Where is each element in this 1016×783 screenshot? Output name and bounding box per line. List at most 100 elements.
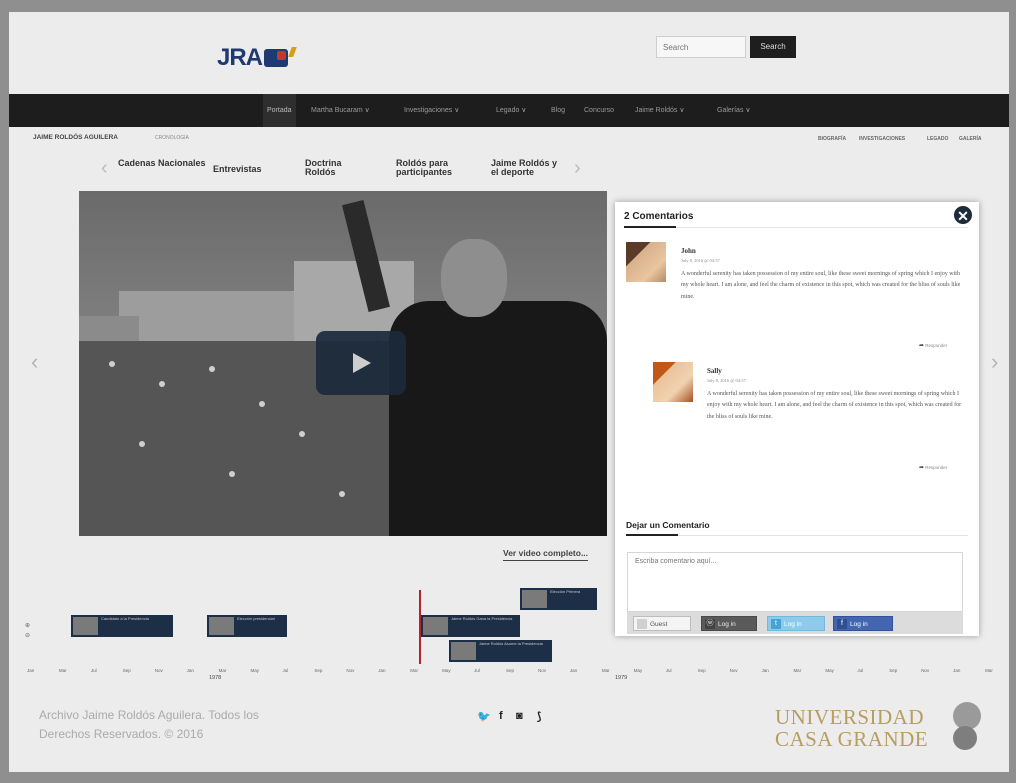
timeline-month-tick: Nov	[154, 668, 163, 673]
timeline-month-tick: Nov	[537, 668, 546, 673]
crowd-dot	[159, 381, 165, 387]
timeline-month-tick: Nov	[729, 668, 738, 673]
search-button[interactable]: Search	[750, 36, 796, 58]
category-doctrina-roldos[interactable]: Doctrina Roldós	[305, 158, 355, 178]
close-modal-button[interactable]: ✕	[952, 204, 974, 226]
category-prev-icon[interactable]: ‹	[101, 158, 108, 178]
facebook-icon: f	[837, 619, 847, 629]
event-thumbnail	[451, 642, 476, 660]
timeline-year-tick: 1979	[615, 675, 628, 681]
title-divider	[678, 535, 968, 536]
category-next-icon[interactable]: ›	[574, 158, 581, 178]
nav-item-legado[interactable]: Legado ∨	[492, 94, 530, 127]
page-frame: JRA Search Portada Martha Bucaram ∨ Inve…	[9, 12, 1009, 772]
video-player[interactable]	[79, 191, 607, 536]
timeline-event-card[interactable]: Elección presidencial	[207, 615, 287, 637]
comments-modal: 2 Comentarios John July 8, 2016 @ 04:37 …	[615, 202, 979, 636]
nav-item-portada[interactable]: Portada	[263, 94, 296, 127]
facebook-icon[interactable]: f	[499, 710, 503, 722]
guest-login-button[interactable]: Guest	[633, 616, 691, 631]
timeline-month-tick: Jan	[953, 668, 961, 673]
timeline-event-card[interactable]: Jaime Roldós Asume la Presidencia	[449, 640, 552, 662]
timeline-year-tick: 1978	[209, 675, 222, 681]
university-name-line: CASA GRANDE	[775, 726, 929, 751]
timeline-event-card[interactable]: Elección Primera	[520, 588, 597, 610]
timeline-month-tick: Jul	[665, 668, 672, 673]
link-investigaciones[interactable]: INVESTIGACIONES	[859, 136, 905, 142]
timeline-month-tick: Jan	[27, 668, 35, 673]
crowd-dot	[229, 471, 235, 477]
timeline-month-tick: Jul	[282, 668, 289, 673]
facebook-login-button[interactable]: f Log in	[833, 616, 893, 631]
university-logo[interactable]: UNIVERSIDAD CASA GRANDE	[775, 706, 929, 751]
reply-arrow-icon: ➦	[919, 343, 925, 349]
crowd-dot	[109, 361, 115, 367]
wordpress-icon: ⓦ	[705, 619, 715, 629]
timeline-month-tick: Jan	[378, 668, 386, 673]
twitter-login-button[interactable]: t Log in	[767, 616, 825, 631]
crowd-dot	[259, 401, 265, 407]
rss-icon[interactable]: ⟆	[537, 710, 541, 723]
login-bar: Guest ⓦ Log in t Log in f Log in	[627, 612, 963, 634]
search-input[interactable]	[656, 36, 746, 58]
nav-item-investigaciones[interactable]: Investigaciones ∨	[400, 94, 463, 127]
slider-next-arrow-icon[interactable]: ›	[991, 349, 998, 375]
timeline-month-tick: May	[442, 668, 451, 673]
see-full-video-link[interactable]: Ver video completo...	[503, 548, 589, 561]
timeline-month-tick: Sep	[889, 668, 898, 673]
category-roldos-participantes[interactable]: Roldós para participantes	[396, 158, 471, 178]
timeline-event-card[interactable]: Jaime Roldós Gana la Presidencia	[421, 615, 520, 637]
nav-item-concurso[interactable]: Concurso	[580, 94, 618, 127]
timeline-axis: Jan Mar Jul Sep Nov Jan Mar May Jul Sep Nov Jan Mar M…	[9, 664, 1009, 686]
timeline-month-tick: Sep	[314, 668, 323, 673]
link-legado[interactable]: LEGADO	[927, 136, 948, 142]
title-underline	[626, 534, 678, 536]
instagram-icon[interactable]: ◙	[516, 710, 523, 722]
timeline-month-tick: Jul	[90, 668, 97, 673]
avatar	[626, 242, 666, 282]
logo-mark-icon	[264, 49, 289, 67]
timeline-zoom-out-icon[interactable]: ⊖	[25, 632, 30, 639]
timeline-current-marker	[419, 590, 421, 664]
comment-author: John	[681, 247, 696, 255]
timeline-month-tick: Mar	[58, 668, 67, 673]
link-biografia[interactable]: BIOGRAFÍA	[818, 136, 846, 142]
slider-prev-arrow-icon[interactable]: ‹	[31, 349, 38, 375]
timeline-month-tick: May	[633, 668, 643, 673]
crowd-dot	[139, 441, 145, 447]
comment-textarea[interactable]	[627, 552, 963, 612]
timeline-month-tick: Jan	[186, 668, 194, 673]
category-cadenas-nacionales[interactable]: Cadenas Nacionales	[118, 158, 206, 168]
seal-icon	[953, 726, 977, 750]
reply-button[interactable]: ➦ Responder	[919, 464, 947, 471]
timeline-month-tick: Sep	[506, 668, 515, 673]
twitter-icon[interactable]: 🐦	[477, 710, 491, 723]
breadcrumb-subtitle: CRONOLOGÍA	[155, 135, 189, 141]
twitter-icon: t	[771, 619, 781, 629]
event-thumbnail	[423, 617, 448, 635]
timeline-month-tick: Nov	[921, 668, 930, 673]
timeline-zoom-in-icon[interactable]: ⊕	[25, 622, 30, 629]
nav-item-galerias[interactable]: Galerías ∨	[713, 94, 755, 127]
wordpress-login-button[interactable]: ⓦ Log in	[701, 616, 757, 631]
timeline-month-tick: Jan	[569, 668, 578, 673]
play-button[interactable]	[316, 331, 406, 395]
jra-logo[interactable]: JRA	[217, 44, 297, 72]
event-thumbnail	[209, 617, 234, 635]
category-roldos-deporte[interactable]: Jaime Roldós y el deporte	[491, 158, 563, 178]
nav-item-blog[interactable]: Blog	[547, 94, 569, 127]
copyright-line: Archivo Jaime Roldós Aguilera. Todos los	[39, 708, 259, 722]
nav-item-jaime-roldos[interactable]: Jaime Roldós ∨	[631, 94, 688, 127]
footer-copyright: Archivo Jaime Roldós Aguilera. Todos los…	[39, 706, 259, 744]
timeline-event-card[interactable]: Candidato a la Presidencia	[71, 615, 173, 637]
reply-button[interactable]: ➦ Responder	[919, 342, 947, 349]
category-entrevistas[interactable]: Entrevistas	[213, 164, 262, 174]
timeline-month-tick: Jul	[474, 668, 480, 673]
guest-icon	[637, 619, 647, 629]
timeline-month-tick: Mar	[410, 668, 418, 673]
timeline-month-tick: Jan	[761, 668, 769, 673]
title-divider	[676, 227, 968, 228]
comment-body: A wonderful serenity has taken possessio…	[707, 391, 962, 420]
nav-item-martha-bucaram[interactable]: Martha Bucaram ∨	[307, 94, 374, 127]
link-galeria[interactable]: GALERÍA	[959, 136, 982, 142]
